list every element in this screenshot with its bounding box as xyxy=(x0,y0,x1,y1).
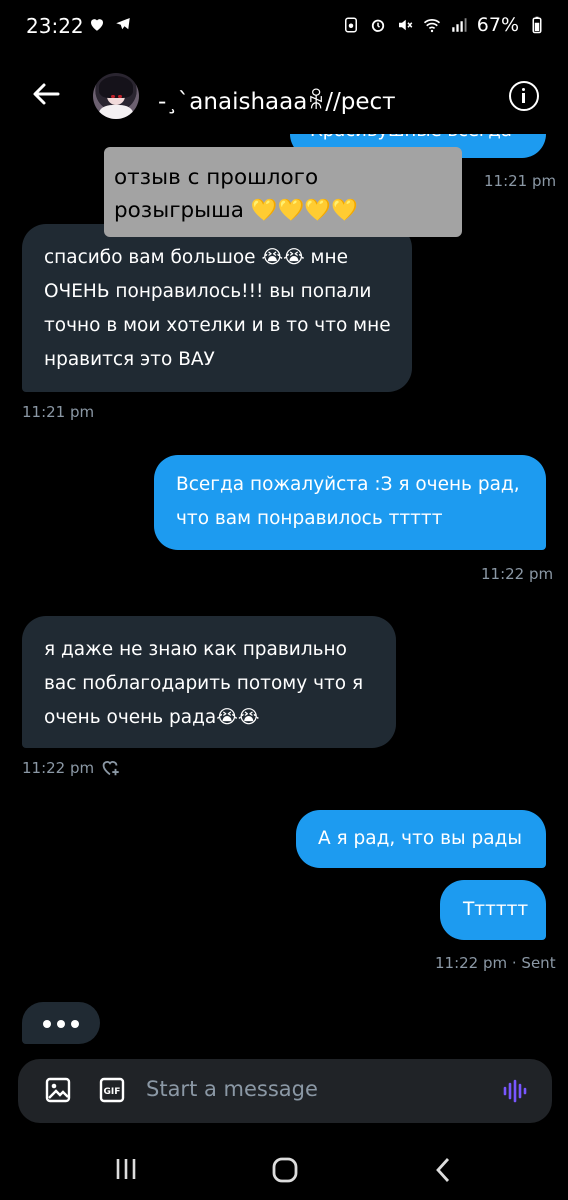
contact-name[interactable]: -¸`anaishaaaꆜ//рест xyxy=(158,84,396,115)
message-outgoing[interactable]: Всегда пожалуйста :З я очень рад, что ва… xyxy=(154,455,546,550)
heart-icon xyxy=(91,19,103,31)
message-input[interactable]: Start a message xyxy=(146,1077,318,1101)
system-navigation-bar xyxy=(0,1130,568,1200)
message-text: спасибо вам большое 😭😭 мне ОЧЕНЬ понрави… xyxy=(44,247,391,370)
conversation-header: -¸`anaishaaaꆜ//рест xyxy=(0,60,568,134)
info-icon[interactable] xyxy=(509,81,539,111)
add-reaction-icon[interactable] xyxy=(99,756,121,778)
quoted-image-card[interactable]: отзыв с прошлого розыгрыша 💛💛💛💛 xyxy=(104,147,462,237)
back-nav-icon[interactable] xyxy=(433,1156,453,1184)
status-time: 23:22 xyxy=(26,14,84,38)
wifi-icon xyxy=(423,19,440,33)
message-composer: GIF Start a message xyxy=(18,1059,552,1123)
status-left-icons xyxy=(88,15,132,33)
recent-apps-icon[interactable] xyxy=(114,1156,138,1182)
message-timestamp: 11:21 pm xyxy=(22,403,95,421)
message-timestamp: 11:21 pm xyxy=(484,172,557,190)
gif-icon[interactable]: GIF xyxy=(99,1077,125,1103)
battery-icon xyxy=(532,16,542,34)
status-right-icons: 67% xyxy=(342,14,546,36)
mute-icon xyxy=(398,19,413,31)
svg-text:GIF: GIF xyxy=(104,1087,121,1097)
message-text: Всегда пожалуйста :З я очень рад, что ва… xyxy=(176,474,520,529)
message-text: Тттттт xyxy=(463,899,529,920)
voice-message-icon[interactable] xyxy=(501,1077,529,1105)
message-timestamp: 11:22 pm xyxy=(481,565,554,583)
message-outgoing[interactable]: А я рад, что вы рады xyxy=(296,810,546,868)
telegram-icon xyxy=(116,18,130,30)
home-icon[interactable] xyxy=(271,1156,299,1184)
message-timestamp: 11:22 pm xyxy=(22,759,95,777)
signal-icon xyxy=(452,18,467,32)
message-outgoing[interactable]: Тттттт xyxy=(440,880,546,940)
message-text: А я рад, что вы рады xyxy=(318,828,522,849)
message-incoming[interactable]: спасибо вам большое 😭😭 мне ОЧЕНЬ понрави… xyxy=(22,224,412,392)
alarm-icon xyxy=(371,19,384,32)
status-bar: 23:22 67% xyxy=(0,0,568,56)
message-status: 11:22 pm · Sent xyxy=(435,954,556,972)
screenshot-icon xyxy=(344,17,357,33)
avatar[interactable] xyxy=(93,73,139,119)
quote-text: отзыв с прошлого розыгрыша 💛💛💛💛 xyxy=(114,165,358,223)
image-icon[interactable] xyxy=(45,1077,71,1103)
battery-percent: 67% xyxy=(476,14,519,36)
typing-indicator xyxy=(22,1002,100,1044)
message-text: я даже не знаю как правильно вас поблаго… xyxy=(44,639,364,728)
back-arrow-icon[interactable] xyxy=(30,78,62,110)
message-incoming[interactable]: я даже не знаю как правильно вас поблаго… xyxy=(22,616,396,748)
